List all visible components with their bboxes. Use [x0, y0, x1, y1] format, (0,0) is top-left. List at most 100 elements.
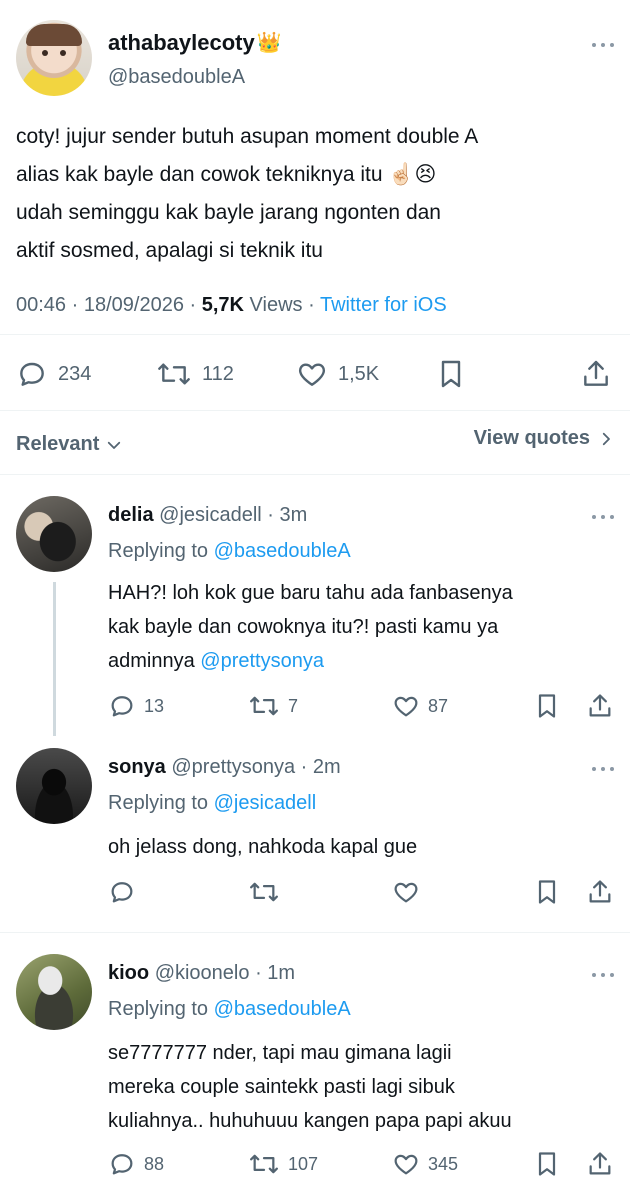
- author-handle[interactable]: @basedoubleA: [108, 66, 245, 89]
- view-quotes-link[interactable]: View quotes: [474, 427, 614, 450]
- reply-actions: [108, 878, 614, 908]
- more-icon[interactable]: [592, 972, 614, 978]
- bookmark-button[interactable]: [534, 692, 560, 720]
- reply-display-name: delia: [108, 504, 154, 526]
- share-icon: [589, 1152, 611, 1175]
- view-quotes-label: View quotes: [473, 427, 590, 449]
- share-button[interactable]: [586, 878, 614, 906]
- avatar[interactable]: [16, 496, 92, 572]
- reply-text-line: HAH?! loh kok gue baru tahu ada fanbasen…: [108, 582, 513, 604]
- sort-label: Relevant: [16, 433, 100, 455]
- tweet-source-link[interactable]: Twitter for iOS: [320, 294, 447, 316]
- retweet-button[interactable]: [248, 878, 280, 906]
- retweet-count: 107: [288, 1153, 319, 1174]
- reply-icon: [20, 362, 44, 386]
- views-label: Views: [249, 294, 303, 316]
- tweet-text: coty! jujur sender butuh asupan moment d…: [16, 118, 616, 270]
- share-icon: [589, 880, 611, 903]
- like-button[interactable]: 345: [392, 1150, 458, 1178]
- mention-link[interactable]: @prettysonya: [200, 650, 324, 672]
- author-display-name[interactable]: athabaylecoty 👑: [108, 30, 282, 56]
- more-icon[interactable]: [592, 514, 614, 520]
- replying-to-link[interactable]: @jesicadell: [214, 792, 317, 814]
- divider: [0, 334, 630, 335]
- chevron-right-icon: [602, 432, 610, 445]
- chevron-down-icon: [108, 441, 121, 449]
- reply-author[interactable]: kioo @kioonelo · 1m: [108, 962, 295, 985]
- reply-text: HAH?! loh kok gue baru tahu ada fanbasen…: [108, 576, 513, 678]
- reply-button[interactable]: 88: [108, 1150, 164, 1178]
- reply-button[interactable]: 234: [16, 358, 91, 390]
- reply-icon: [111, 696, 133, 717]
- reply-time: 1m: [267, 962, 296, 984]
- retweet-icon: [158, 363, 190, 385]
- like-icon: [394, 882, 418, 903]
- replying-to: Replying to @basedoubleA: [108, 540, 351, 562]
- crown-emoji: 👑: [256, 32, 282, 54]
- more-icon[interactable]: [592, 42, 614, 48]
- like-button[interactable]: 87: [392, 692, 448, 720]
- reply-display-name: sonya: [108, 756, 166, 778]
- bookmark-icon: [538, 694, 556, 718]
- replying-to-link[interactable]: @basedoubleA: [214, 998, 351, 1020]
- tweet-date: 18/09/2026: [83, 294, 184, 316]
- sort-dropdown[interactable]: Relevant: [16, 433, 123, 456]
- divider: [0, 474, 630, 475]
- display-name-text: athabaylecoty: [108, 30, 255, 55]
- reply-icon: [111, 882, 133, 903]
- reply-button[interactable]: 13: [108, 692, 164, 720]
- replying-to: Replying to @jesicadell: [108, 792, 317, 814]
- reply-text-line: oh jelass dong, nahkoda kapal gue: [108, 836, 418, 858]
- thread-connector: [53, 582, 56, 736]
- retweet-count: 112: [202, 362, 234, 385]
- avatar[interactable]: [16, 20, 92, 96]
- like-button[interactable]: [392, 878, 420, 906]
- more-icon[interactable]: [592, 766, 614, 772]
- like-count: 345: [428, 1153, 459, 1174]
- reply-author[interactable]: delia @jesicadell · 3m: [108, 504, 307, 527]
- bookmark-icon: [538, 1152, 556, 1176]
- like-count: 87: [428, 695, 449, 716]
- reply-count: 234: [58, 362, 92, 385]
- reply-text-line: kak bayle dan cowoknya itu?! pasti kamu …: [108, 616, 499, 638]
- avatar[interactable]: [16, 954, 92, 1030]
- views-count: 5,7K: [201, 294, 244, 316]
- share-icon: [584, 360, 608, 386]
- tweet-text-line: aktif sosmed, apalagi si teknik itu: [16, 239, 323, 262]
- replying-to: Replying to @basedoubleA: [108, 998, 351, 1020]
- retweet-button[interactable]: 107: [248, 1150, 318, 1178]
- replying-to-link[interactable]: @basedoubleA: [214, 540, 351, 562]
- like-count: 1,5K: [338, 362, 380, 385]
- retweet-button[interactable]: 7: [248, 692, 298, 720]
- share-button[interactable]: [580, 358, 612, 390]
- reply-button[interactable]: [108, 878, 136, 906]
- reply-icon: [111, 1154, 133, 1175]
- bookmark-button[interactable]: [534, 878, 560, 906]
- tweet-text-line: alias kak bayle dan cowok tekniknya itu …: [16, 163, 437, 186]
- share-button[interactable]: [586, 692, 614, 720]
- share-icon: [589, 694, 611, 717]
- like-button[interactable]: 1,5K: [296, 358, 379, 390]
- avatar[interactable]: [16, 748, 92, 824]
- retweet-button[interactable]: 112: [156, 358, 234, 390]
- like-icon: [298, 363, 326, 386]
- retweet-icon: [250, 1154, 278, 1174]
- divider: [0, 932, 630, 933]
- reply-time: 2m: [312, 756, 341, 778]
- bookmark-icon: [538, 880, 556, 904]
- reply-text-line: mereka couple saintekk pasti lagi sibuk: [108, 1076, 455, 1098]
- share-button[interactable]: [586, 1150, 614, 1178]
- reply-time: 3m: [279, 504, 308, 526]
- reply-count: 88: [144, 1153, 165, 1174]
- retweet-icon: [250, 696, 278, 716]
- bookmark-icon: [441, 360, 461, 388]
- bookmark-button[interactable]: [436, 358, 466, 390]
- retweet-icon: [250, 882, 278, 902]
- bookmark-button[interactable]: [534, 1150, 560, 1178]
- reply-text-line: se7777777 nder, tapi mau gimana lagii: [108, 1042, 452, 1064]
- reply-text: se7777777 nder, tapi mau gimana lagii me…: [108, 1036, 512, 1138]
- reply-author[interactable]: sonya @prettysonya · 2m: [108, 756, 341, 779]
- reply-display-name: kioo: [108, 962, 150, 984]
- reply-actions: 13 7 87: [108, 692, 614, 722]
- reply-actions: 88 107 345: [108, 1150, 614, 1180]
